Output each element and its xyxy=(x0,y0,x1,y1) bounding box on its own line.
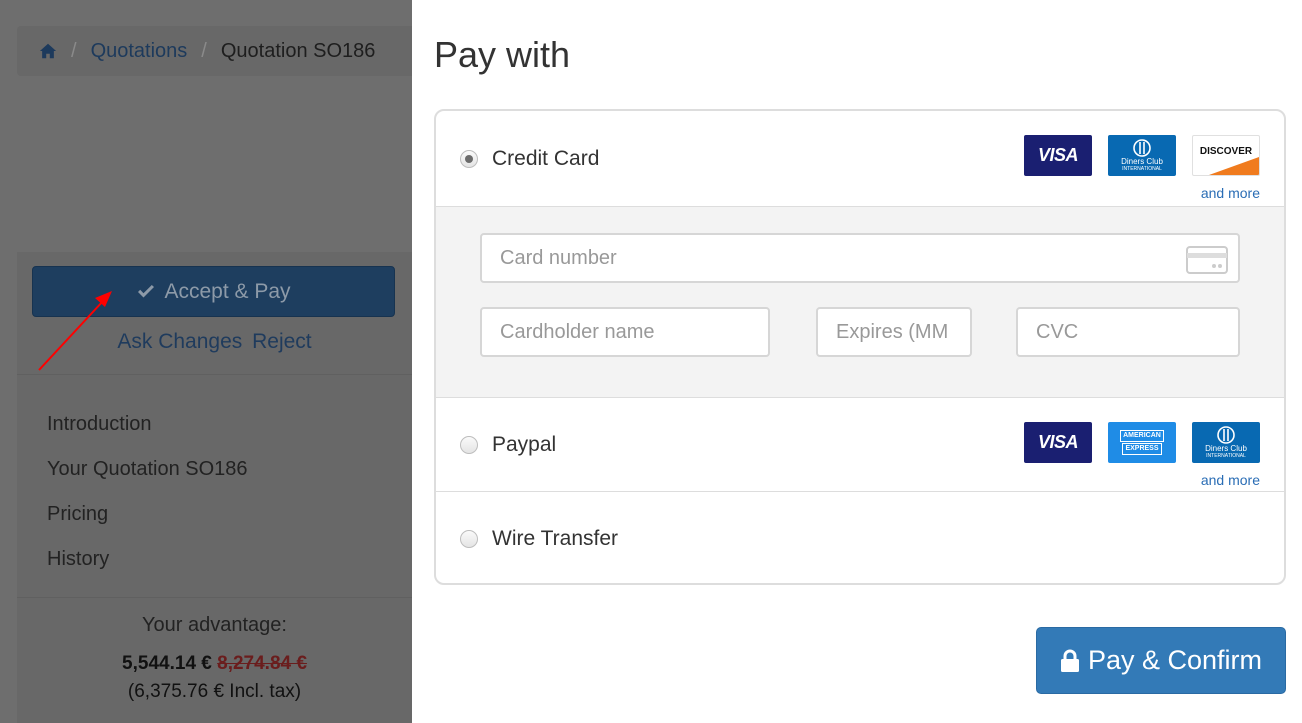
visa-logo-text: VISA xyxy=(1037,432,1079,452)
secondary-actions: Ask Changes Reject xyxy=(17,330,412,354)
expires-placeholder: Expires (MM xyxy=(836,320,949,343)
price-old: 8,274.84 € xyxy=(217,653,307,674)
cardholder-name-input[interactable]: Cardholder name xyxy=(480,307,770,357)
visa-logo-icon: VISA xyxy=(1024,422,1092,463)
diners-mark-icon xyxy=(1217,426,1235,444)
advantage-label: Your advantage: xyxy=(142,614,287,636)
cvc-input[interactable]: CVC xyxy=(1016,307,1240,357)
price-new: 5,544.14 € xyxy=(122,653,212,674)
payment-panel: Pay with Credit Card VISA Diners Club IN… xyxy=(412,0,1302,723)
paypal-label: Paypal xyxy=(492,432,557,456)
check-icon xyxy=(138,284,155,297)
payment-method-wire-transfer[interactable]: Wire Transfer xyxy=(436,491,1284,583)
lock-icon xyxy=(1060,649,1079,672)
divider xyxy=(17,374,412,375)
pay-confirm-button[interactable]: Pay & Confirm xyxy=(1036,627,1286,694)
toc-item-introduction[interactable]: Introduction xyxy=(47,412,248,457)
discover-accent xyxy=(1209,157,1259,175)
breadcrumb-separator: / xyxy=(71,39,77,62)
wire-transfer-radio[interactable] xyxy=(460,529,478,548)
breadcrumb: / Quotations / Quotation SO186 xyxy=(17,26,417,76)
discover-logo-icon: DISCOVER xyxy=(1192,135,1260,176)
wire-transfer-label: Wire Transfer xyxy=(492,526,619,550)
cardholder-placeholder: Cardholder name xyxy=(500,320,655,343)
diners-logo-text: Diners Club xyxy=(1205,444,1247,453)
pay-confirm-label: Pay & Confirm xyxy=(1087,645,1263,675)
payment-methods-box: Credit Card VISA Diners Club INTERNATION… xyxy=(434,109,1286,585)
divider xyxy=(17,597,412,598)
credit-card-form: Card number Cardholder name Expires (MM … xyxy=(436,206,1284,397)
diners-club-logo-icon: Diners Club INTERNATIONAL xyxy=(1108,135,1176,176)
amex-logo-icon: AMERICAN EXPRESS xyxy=(1108,422,1176,463)
reject-link[interactable]: Reject xyxy=(252,330,312,353)
toc-item-pricing[interactable]: Pricing xyxy=(47,502,248,547)
quotation-sidebar: Accept & Pay Ask Changes Reject Introduc… xyxy=(17,252,412,723)
paypal-and-more-link[interactable]: and more xyxy=(1201,472,1260,488)
diners-logo-subtext: INTERNATIONAL xyxy=(1206,453,1246,459)
payment-method-credit-card[interactable]: Credit Card VISA Diners Club INTERNATION… xyxy=(436,111,1284,206)
table-of-contents: Introduction Your Quotation SO186 Pricin… xyxy=(47,412,248,592)
diners-mark-icon xyxy=(1133,139,1151,157)
ask-changes-link[interactable]: Ask Changes xyxy=(117,330,242,353)
toc-item-your-quotation[interactable]: Your Quotation SO186 xyxy=(47,457,248,502)
expires-input[interactable]: Expires (MM xyxy=(816,307,972,357)
credit-card-and-more-link[interactable]: and more xyxy=(1201,185,1260,201)
amex-logo-text: AMERICAN xyxy=(1120,430,1164,442)
home-icon[interactable] xyxy=(39,42,57,60)
visa-logo-icon: VISA xyxy=(1024,135,1092,176)
modal-title: Pay with xyxy=(434,34,571,75)
breadcrumb-quotations-link[interactable]: Quotations xyxy=(91,40,188,63)
cvc-placeholder: CVC xyxy=(1036,320,1079,343)
paypal-logos: VISA AMERICAN EXPRESS Diners Club INTERN… xyxy=(1024,422,1260,463)
advantage-summary: Your advantage: 5,544.14 € 8,274.84 € (6… xyxy=(17,614,412,703)
credit-card-label: Credit Card xyxy=(492,146,600,170)
credit-card-icon xyxy=(1186,246,1228,274)
diners-logo-text: Diners Club xyxy=(1121,157,1163,166)
diners-logo-subtext: INTERNATIONAL xyxy=(1122,166,1162,172)
credit-card-logos: VISA Diners Club INTERNATIONAL DISCOVER xyxy=(1024,135,1260,176)
card-number-input[interactable]: Card number xyxy=(480,233,1240,283)
amex-logo-subtext: EXPRESS xyxy=(1122,443,1162,455)
visa-logo-text: VISA xyxy=(1037,145,1079,165)
accept-pay-button[interactable]: Accept & Pay xyxy=(32,266,395,317)
diners-club-logo-icon: Diners Club INTERNATIONAL xyxy=(1192,422,1260,463)
background-page: / Quotations / Quotation SO186 Accept & … xyxy=(0,0,417,723)
credit-card-radio[interactable] xyxy=(460,149,478,168)
payment-method-paypal[interactable]: Paypal VISA AMERICAN EXPRESS Diners Club… xyxy=(436,397,1284,491)
price-row: 5,544.14 € 8,274.84 € xyxy=(17,653,412,675)
breadcrumb-current: Quotation SO186 xyxy=(220,39,376,62)
discover-logo-text: DISCOVER xyxy=(1199,146,1253,157)
paypal-radio[interactable] xyxy=(460,435,478,454)
card-number-placeholder: Card number xyxy=(500,246,617,269)
price-incl-tax: (6,375.76 € Incl. tax) xyxy=(127,681,302,702)
toc-item-history[interactable]: History xyxy=(47,547,248,592)
accept-pay-label: Accept & Pay xyxy=(164,279,291,303)
breadcrumb-separator: / xyxy=(201,39,207,62)
